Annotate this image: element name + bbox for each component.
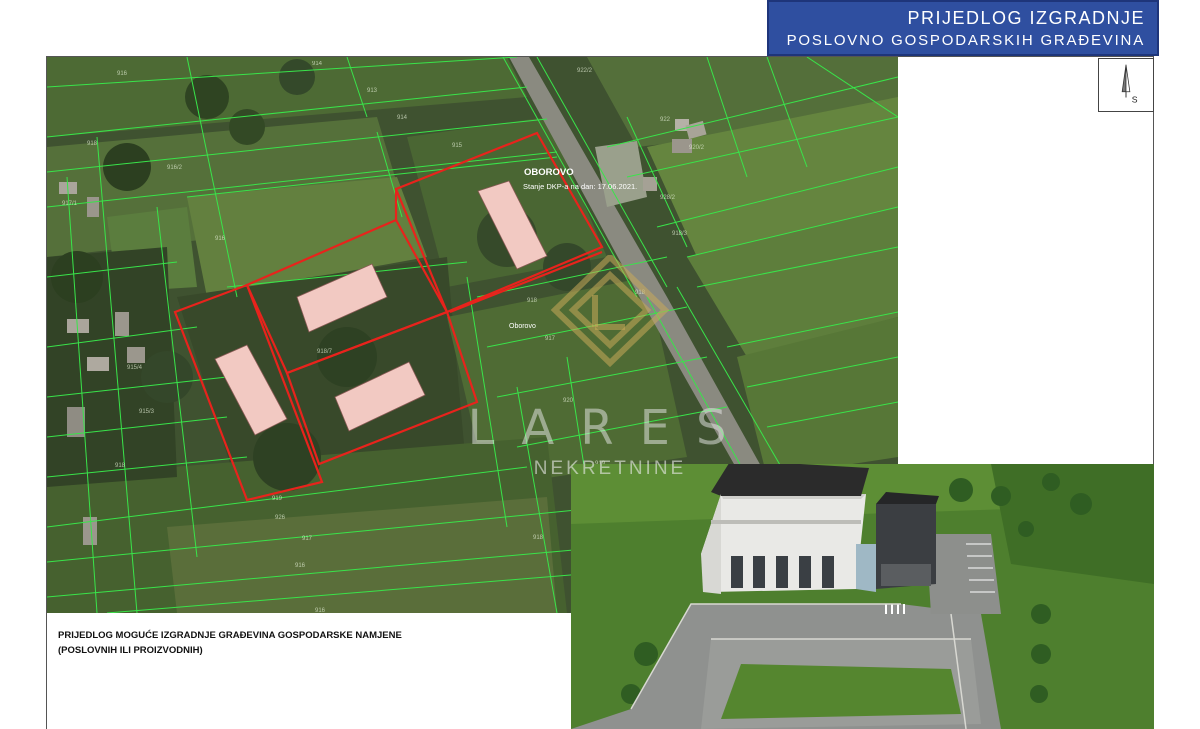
svg-text:916/2: 916/2 <box>167 165 183 171</box>
map-caption: PRIJEDLOG MOGUĆE IZGRADNJE GRAĐEVINA GOS… <box>58 628 538 658</box>
svg-text:915/3: 915/3 <box>139 409 155 415</box>
svg-text:918: 918 <box>115 463 126 469</box>
building-render <box>571 464 1154 729</box>
title-line-2: POSLOVNO GOSPODARSKIH GRAĐEVINA <box>786 32 1145 49</box>
svg-text:920: 920 <box>563 398 574 404</box>
svg-text:916: 916 <box>215 236 226 242</box>
svg-text:913: 913 <box>367 88 378 94</box>
map-place-label: Oborovo <box>509 323 536 330</box>
svg-text:918: 918 <box>87 141 98 147</box>
svg-text:916: 916 <box>315 608 326 613</box>
svg-text:918: 918 <box>527 298 538 304</box>
svg-text:914: 914 <box>397 115 408 121</box>
svg-text:914: 914 <box>312 61 323 67</box>
svg-text:922: 922 <box>660 117 671 123</box>
title-block: PRIJEDLOG IZGRADNJE POSLOVNO GOSPODARSKI… <box>767 0 1159 56</box>
svg-text:917/1: 917/1 <box>62 201 78 207</box>
north-arrow-icon: S <box>1121 64 1138 104</box>
svg-text:920/2: 920/2 <box>689 145 705 151</box>
svg-text:926: 926 <box>275 515 286 521</box>
north-arrow-box: S <box>1098 58 1154 112</box>
svg-text:918/3: 918/3 <box>672 231 688 237</box>
map-dkp-status: Stanje DKP-a na dan: 17.06.2021. <box>523 182 637 191</box>
svg-text:928/2: 928/2 <box>660 195 676 201</box>
svg-text:917: 917 <box>302 536 313 542</box>
map-place-title: OBOROVO <box>524 167 574 178</box>
svg-text:915: 915 <box>452 143 463 149</box>
svg-text:915/4: 915/4 <box>127 365 143 371</box>
svg-text:922/2: 922/2 <box>577 68 593 74</box>
caption-line-2: (POSLOVNIH ILI PROIZVODNIH) <box>58 645 203 656</box>
svg-text:918/7: 918/7 <box>317 349 333 355</box>
svg-text:917: 917 <box>545 336 556 342</box>
svg-text:919: 919 <box>272 496 283 502</box>
caption-line-1: PRIJEDLOG MOGUĆE IZGRADNJE GRAĐEVINA GOS… <box>58 630 402 641</box>
svg-text:918: 918 <box>533 535 544 541</box>
svg-text:916: 916 <box>295 563 306 569</box>
svg-text:916: 916 <box>117 71 128 77</box>
title-line-1: PRIJEDLOG IZGRADNJE <box>907 8 1145 28</box>
north-arrow-letter: S <box>1132 94 1138 104</box>
svg-text:918: 918 <box>635 290 646 296</box>
